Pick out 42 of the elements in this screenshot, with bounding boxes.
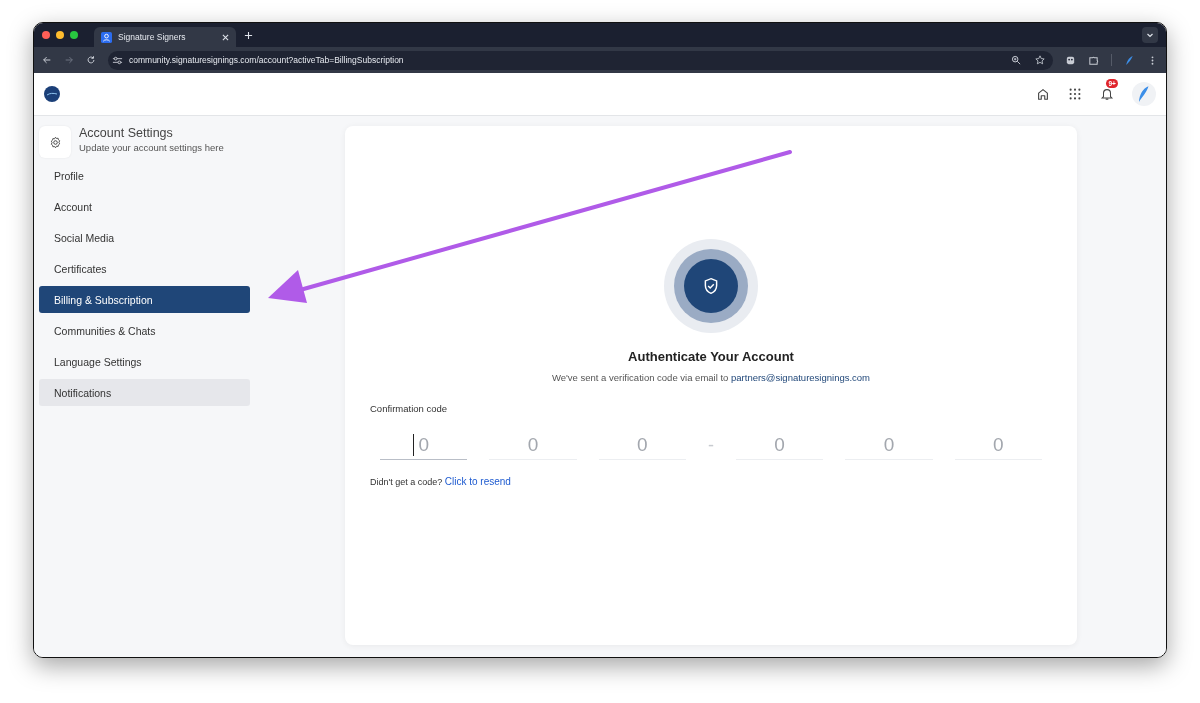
bookmark-star-icon[interactable] <box>1035 55 1045 65</box>
resend-prompt: Didn't get a code? <box>370 477 443 487</box>
sidebar-item[interactable]: Profile <box>39 162 250 189</box>
tab-title: Signature Signers <box>118 32 187 42</box>
sidebar-title: Account Settings <box>79 126 174 140</box>
close-window-button[interactable] <box>42 31 50 39</box>
sidebar-subtitle: Update your account settings here <box>79 142 224 153</box>
sidebar-item[interactable]: Language Settings <box>39 348 250 375</box>
verification-message: We've sent a verification code via email to partners@signaturesignings.com <box>551 372 871 383</box>
logo-icon[interactable] <box>44 86 60 102</box>
home-icon[interactable] <box>1036 87 1050 101</box>
sidebar-item[interactable]: Communities & Chats <box>39 317 250 344</box>
minimize-window-button[interactable] <box>56 31 64 39</box>
back-icon[interactable] <box>42 55 52 65</box>
field-label: Confirmation code <box>370 403 448 414</box>
tab-list-button[interactable] <box>1142 27 1158 43</box>
sidebar-item[interactable]: Account <box>39 193 250 220</box>
sidebar-item[interactable]: Billing & Subscription <box>39 286 250 313</box>
sidebar-item[interactable]: Notifications <box>39 379 250 406</box>
close-tab-icon[interactable] <box>222 33 229 41</box>
bell-icon[interactable] <box>1100 87 1114 101</box>
reload-icon[interactable] <box>86 55 96 65</box>
resend-link[interactable]: Click to resend <box>444 476 511 487</box>
feather-icon[interactable] <box>1124 54 1135 66</box>
apps-grid-icon[interactable] <box>1068 87 1082 101</box>
new-tab-icon[interactable] <box>244 30 253 40</box>
extension-icon[interactable] <box>1065 54 1076 66</box>
settings-icon-box <box>39 126 71 158</box>
zoom-icon[interactable] <box>1011 55 1021 65</box>
text-cursor <box>412 434 414 456</box>
sidebar-item[interactable]: Social Media <box>39 224 250 251</box>
verification-title: Authenticate Your Account <box>628 349 794 364</box>
sidebar-item[interactable]: Certificates <box>39 255 250 282</box>
code-separator: - <box>708 435 714 456</box>
chevron-down-icon[interactable] <box>1146 31 1154 39</box>
maximize-window-button[interactable] <box>70 31 78 39</box>
browser-tab[interactable]: Signature Signers <box>94 27 236 47</box>
address-bar[interactable]: community.signaturesignings.com/account?activeTab=BillingSubscription <box>108 50 1053 70</box>
url-text: community.signaturesignings.com/account?activeTab=BillingSubscription <box>129 55 404 65</box>
avatar[interactable] <box>1132 82 1156 106</box>
site-settings-icon[interactable] <box>112 54 123 66</box>
site-favicon-icon <box>101 31 112 43</box>
